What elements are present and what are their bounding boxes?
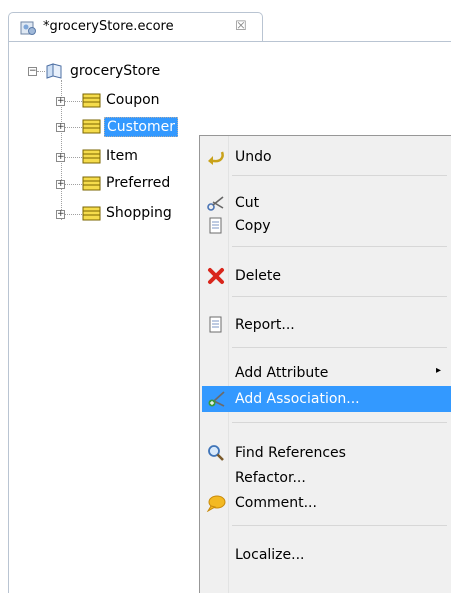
menu-item-label: Undo	[235, 149, 272, 165]
tree-item-shopping[interactable]: Shopping	[106, 203, 172, 223]
tree-item-coupon[interactable]: Coupon	[106, 90, 160, 110]
tree-connector	[65, 127, 82, 128]
menu-item-delete[interactable]: Delete	[202, 264, 451, 288]
expand-toggle[interactable]: +	[56, 153, 65, 162]
menu-separator	[232, 175, 447, 176]
menu-item-undo[interactable]: Undo	[202, 145, 451, 169]
menu-separator	[232, 525, 447, 526]
tree-connector	[37, 71, 45, 72]
comment-icon	[206, 495, 226, 512]
collapse-toggle[interactable]: −	[28, 67, 37, 76]
tree-item-preferred[interactable]: Preferred	[106, 173, 170, 193]
editor-tab[interactable]: *groceryStore.ecore ☒	[8, 12, 263, 42]
eclass-icon	[82, 119, 101, 134]
menu-item-add-attribute[interactable]: Add Attribute ▸	[202, 361, 451, 385]
context-menu: Undo Cut Copy Delete Report... Add Attri…	[199, 135, 451, 593]
menu-item-copy[interactable]: Copy	[202, 214, 451, 238]
eclass-icon	[82, 206, 101, 221]
expand-toggle[interactable]: +	[56, 97, 65, 106]
menu-item-add-association[interactable]: Add Association...	[202, 386, 451, 412]
ecore-file-icon	[20, 21, 36, 35]
menu-item-label: Report...	[235, 317, 295, 333]
menu-item-find-references[interactable]: Find References	[202, 441, 451, 465]
menu-item-comment[interactable]: Comment...	[202, 491, 451, 515]
menu-item-refactor[interactable]: Refactor...	[202, 466, 451, 490]
editor-tabstrip: *groceryStore.ecore ☒	[8, 12, 451, 42]
menu-separator	[232, 422, 447, 423]
expand-toggle[interactable]: +	[56, 180, 65, 189]
menu-item-label: Cut	[235, 195, 260, 211]
package-icon	[46, 63, 62, 79]
menu-item-label: Add Attribute	[235, 365, 329, 381]
tree-item-item[interactable]: Item	[106, 146, 138, 166]
menu-item-label: Add Association...	[235, 391, 360, 407]
eclass-icon	[82, 149, 101, 164]
copy-icon	[209, 217, 222, 234]
tree-root-label[interactable]: groceryStore	[70, 61, 160, 81]
menu-item-label: Localize...	[235, 547, 305, 563]
tab-title: *groceryStore.ecore	[43, 19, 174, 34]
tree-connector	[65, 101, 82, 102]
tree-connector	[65, 214, 82, 215]
menu-item-label: Comment...	[235, 495, 317, 511]
menu-item-label: Refactor...	[235, 470, 306, 486]
report-icon	[209, 316, 222, 333]
association-icon	[208, 391, 225, 407]
menu-separator	[232, 347, 447, 348]
delete-icon	[208, 268, 224, 284]
expand-toggle[interactable]: +	[56, 210, 65, 219]
menu-separator	[232, 246, 447, 247]
undo-icon	[208, 151, 224, 165]
menu-item-cut[interactable]: Cut	[202, 191, 451, 215]
menu-item-label: Copy	[235, 218, 271, 234]
menu-separator	[232, 296, 447, 297]
eclass-icon	[82, 93, 101, 108]
scissors-icon	[207, 196, 224, 211]
eclass-icon	[82, 176, 101, 191]
tree-connector	[65, 184, 82, 185]
magnifier-icon	[208, 445, 224, 461]
menu-item-localize[interactable]: Localize...	[202, 543, 451, 567]
menu-item-report[interactable]: Report...	[202, 313, 451, 337]
tree-item-customer[interactable]: Customer	[104, 117, 179, 137]
menu-item-label: Delete	[235, 268, 281, 284]
submenu-arrow-icon: ▸	[435, 365, 441, 376]
close-icon[interactable]: ☒	[235, 19, 247, 34]
tree-connector	[65, 157, 82, 158]
expand-toggle[interactable]: +	[56, 123, 65, 132]
menu-item-label: Find References	[235, 445, 346, 461]
